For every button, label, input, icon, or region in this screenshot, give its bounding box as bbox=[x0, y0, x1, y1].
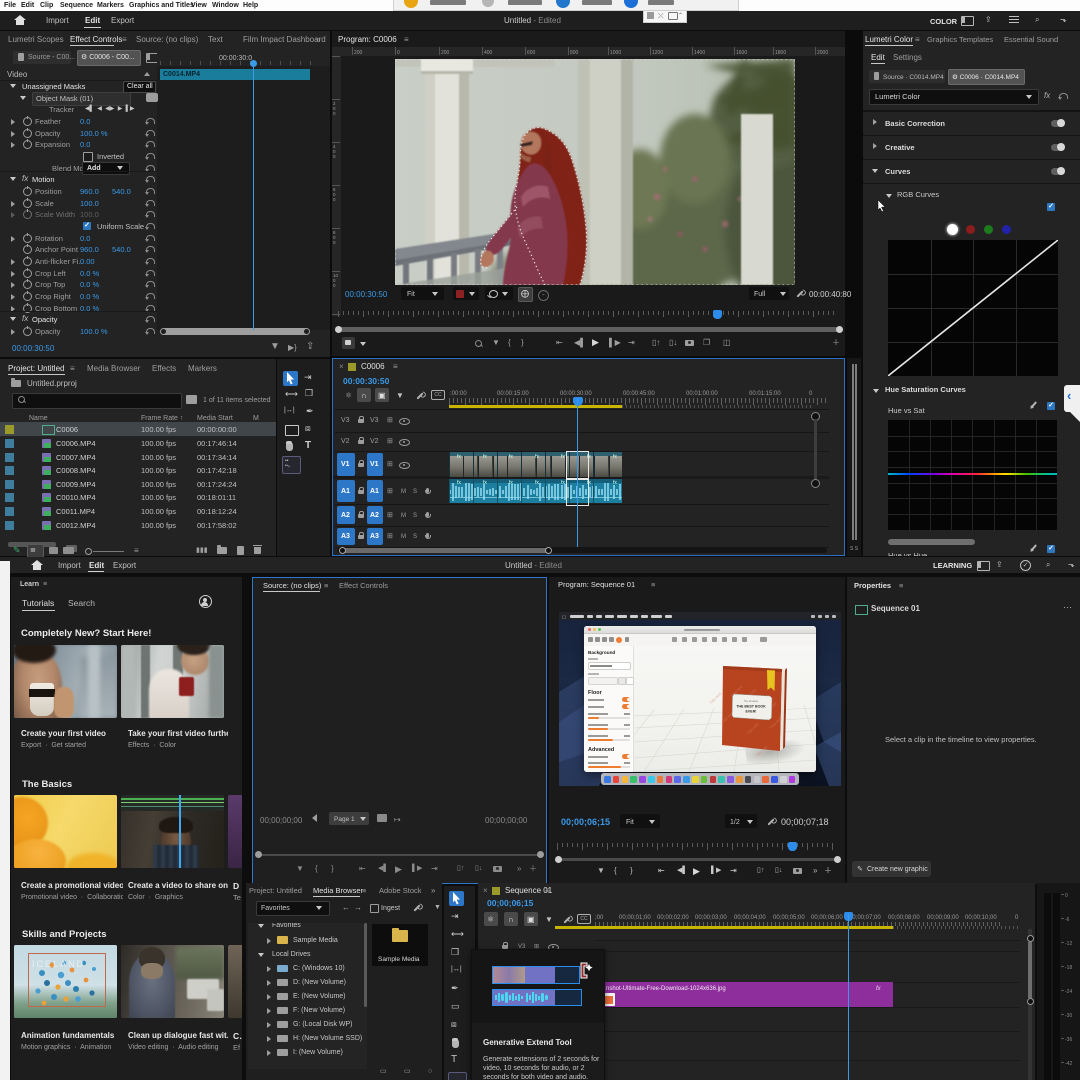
svg-text:THE BEST BOOK: THE BEST BOOK bbox=[736, 705, 766, 709]
svg-text:The Greatest: The Greatest bbox=[744, 700, 758, 703]
svg-text:Title text: Title text bbox=[708, 691, 723, 706]
svg-text:EVER!: EVER! bbox=[746, 710, 757, 714]
